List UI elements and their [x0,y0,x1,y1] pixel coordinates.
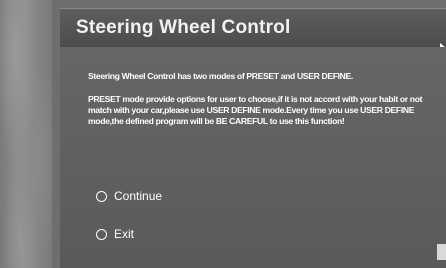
exit-option[interactable]: Exit [96,227,134,241]
dialog-content: Steering Wheel Control has two modes of … [60,47,446,268]
scrollbar-handle[interactable] [437,244,446,260]
radio-icon[interactable] [96,228,107,240]
info-paragraph-modes: Steering Wheel Control has two modes of … [88,71,353,81]
dialog-title: Steering Wheel Control [76,17,291,38]
radio-icon[interactable] [96,190,107,202]
continue-option[interactable]: Continue [96,189,162,203]
title-bar: Steering Wheel Control [60,8,446,53]
info-paragraph-warning: PRESET mode provide options for user to … [88,94,423,126]
exit-label: Exit [114,227,135,241]
background-texture [0,0,52,268]
continue-label: Continue [114,189,163,203]
